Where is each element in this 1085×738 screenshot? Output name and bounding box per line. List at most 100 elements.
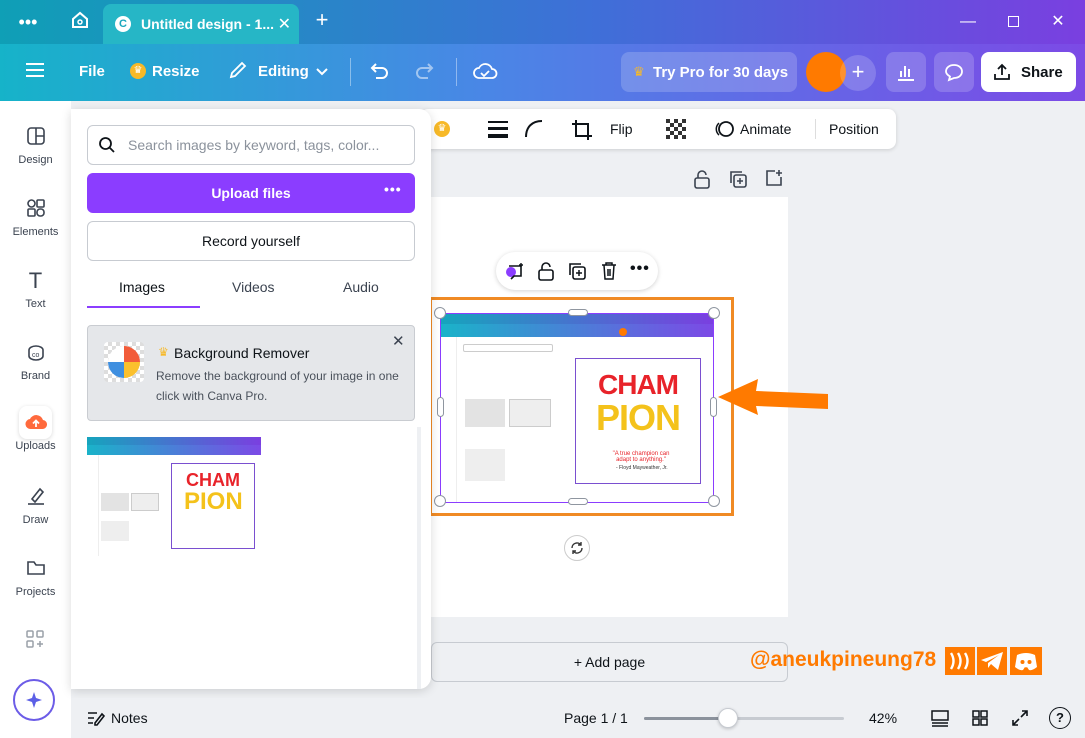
resize-button[interactable]: Resize — [152, 63, 200, 80]
sidebar-item-label: Projects — [15, 586, 56, 598]
add-member-icon[interactable]: + — [840, 55, 876, 91]
upload-icon — [24, 412, 48, 434]
page-indicator[interactable]: Page 1 / 1 — [564, 710, 628, 726]
sidebar-item-label: Text — [25, 298, 46, 310]
sidebar-item-projects[interactable]: Projects — [0, 558, 71, 598]
crop-icon[interactable] — [571, 119, 593, 141]
insights-button[interactable] — [886, 52, 926, 92]
undo-icon[interactable] — [368, 60, 390, 87]
close-tab-icon[interactable]: ✕ — [278, 14, 291, 34]
fullscreen-icon[interactable] — [1011, 709, 1029, 727]
lock-icon[interactable] — [537, 261, 555, 281]
sparkle-icon — [26, 692, 42, 708]
mini-thumb — [509, 399, 551, 427]
more-icon[interactable]: ••• — [14, 10, 42, 34]
crown-icon: ♛ — [434, 121, 450, 137]
tab-videos[interactable]: Videos — [232, 279, 275, 295]
grid-view-icon[interactable] — [971, 709, 989, 727]
sidebar-item-elements[interactable]: Elements — [0, 198, 71, 238]
flip-button[interactable]: Flip — [610, 121, 633, 137]
bottom-bar: Notes Page 1 / 1 42% ? — [71, 698, 1085, 738]
resize-handle[interactable] — [568, 498, 588, 505]
border-style-icon[interactable] — [488, 120, 508, 138]
duplicate-page-icon[interactable] — [729, 170, 747, 188]
redo-icon[interactable] — [414, 60, 436, 87]
tab-images[interactable]: Images — [119, 279, 165, 295]
sidebar-item-uploads[interactable]: Uploads — [0, 412, 71, 452]
rotate-handle[interactable] — [564, 535, 590, 561]
thumb-item — [101, 493, 129, 511]
discord-icon — [1010, 647, 1042, 675]
animate-button[interactable]: Animate — [740, 121, 791, 137]
add-page-icon[interactable] — [765, 169, 783, 187]
share-label: Share — [1021, 64, 1063, 81]
comment-icon — [945, 64, 963, 82]
record-yourself-button[interactable]: Record yourself — [87, 221, 415, 261]
more-options-icon[interactable]: ••• — [630, 260, 650, 278]
comment-add-icon[interactable] — [504, 262, 526, 282]
help-icon[interactable]: ? — [1049, 707, 1071, 729]
resize-handle[interactable] — [434, 307, 446, 319]
share-button[interactable]: Share — [981, 52, 1076, 92]
maximize-icon[interactable] — [1008, 16, 1019, 27]
resize-handle[interactable] — [437, 397, 444, 417]
zoom-slider-fill — [644, 717, 728, 720]
close-window-icon[interactable]: ✕ — [1046, 10, 1070, 34]
add-page-button[interactable]: + Add page — [431, 642, 788, 682]
new-tab-button[interactable]: + — [310, 8, 334, 32]
zoom-slider[interactable] — [644, 708, 844, 728]
selected-screenshot-image[interactable]: CHAM PION "A true champion can adapt to … — [440, 313, 714, 503]
home-icon[interactable] — [66, 10, 94, 38]
zoom-slider-thumb[interactable] — [718, 708, 738, 728]
crown-icon: ♛ — [633, 64, 645, 79]
sidebar-item-design[interactable]: Design — [0, 126, 71, 166]
file-menu[interactable]: File — [79, 63, 105, 80]
try-pro-button[interactable]: ♛ Try Pro for 30 days — [621, 52, 797, 92]
thumb-item — [101, 521, 129, 541]
uploaded-image-thumbnail[interactable]: CHAM PION — [87, 437, 261, 556]
resize-handle[interactable] — [434, 495, 446, 507]
tab-title: Untitled design - 1... — [141, 16, 275, 32]
resize-handle[interactable] — [568, 309, 588, 316]
zoom-percentage[interactable]: 42% — [869, 710, 897, 726]
close-icon[interactable]: ✕ — [392, 332, 405, 350]
search-icon — [99, 137, 115, 153]
menu-icon[interactable] — [26, 62, 44, 78]
corner-rounding-icon[interactable] — [524, 119, 544, 139]
tab-design[interactable]: C Untitled design - 1... ✕ — [103, 4, 299, 44]
sidebar-item-draw[interactable]: Draw — [0, 486, 71, 526]
notes-button[interactable]: Notes — [111, 710, 148, 726]
mini-author: - Floyd Mayweather, Jr. — [616, 465, 668, 471]
page-view-icon[interactable] — [930, 709, 950, 727]
chart-icon — [898, 66, 914, 81]
duplicate-icon[interactable] — [568, 262, 586, 280]
upload-files-button[interactable]: Upload files — [87, 173, 415, 213]
tab-audio[interactable]: Audio — [343, 279, 379, 295]
magic-assistant-button[interactable] — [13, 679, 55, 721]
trash-icon[interactable] — [600, 261, 618, 281]
transparency-icon[interactable] — [666, 119, 686, 139]
cloud-saved-icon[interactable] — [472, 60, 498, 87]
resize-handle[interactable] — [708, 495, 720, 507]
resize-handle[interactable] — [708, 307, 720, 319]
chevron-down-icon[interactable] — [316, 64, 328, 82]
upload-more-icon[interactable]: ••• — [384, 181, 402, 197]
notes-icon — [88, 712, 105, 726]
apps-icon[interactable] — [25, 629, 45, 654]
position-button[interactable]: Position — [829, 121, 879, 137]
animate-icon — [715, 121, 734, 137]
canva-tab-icon: C — [115, 16, 131, 32]
minimize-icon[interactable]: — — [956, 10, 980, 34]
sidebar-item-brand[interactable]: co Brand — [0, 342, 71, 382]
crown-icon: ♛ — [158, 345, 169, 359]
comments-button[interactable] — [934, 52, 974, 92]
lock-icon[interactable] — [693, 169, 711, 189]
mini-champion-poster: CHAM PION "A true champion can adapt to … — [575, 358, 701, 484]
telegram-icon — [977, 647, 1007, 675]
background-remover-promo: ♛ Background Remover Remove the backgrou… — [87, 325, 415, 421]
thumb-item — [131, 493, 159, 511]
search-input[interactable]: Search images by keyword, tags, color... — [87, 125, 415, 165]
scrollbar[interactable] — [417, 427, 421, 689]
editing-mode-button[interactable]: Editing — [258, 63, 309, 80]
sidebar-item-text[interactable]: T Text — [0, 270, 71, 311]
